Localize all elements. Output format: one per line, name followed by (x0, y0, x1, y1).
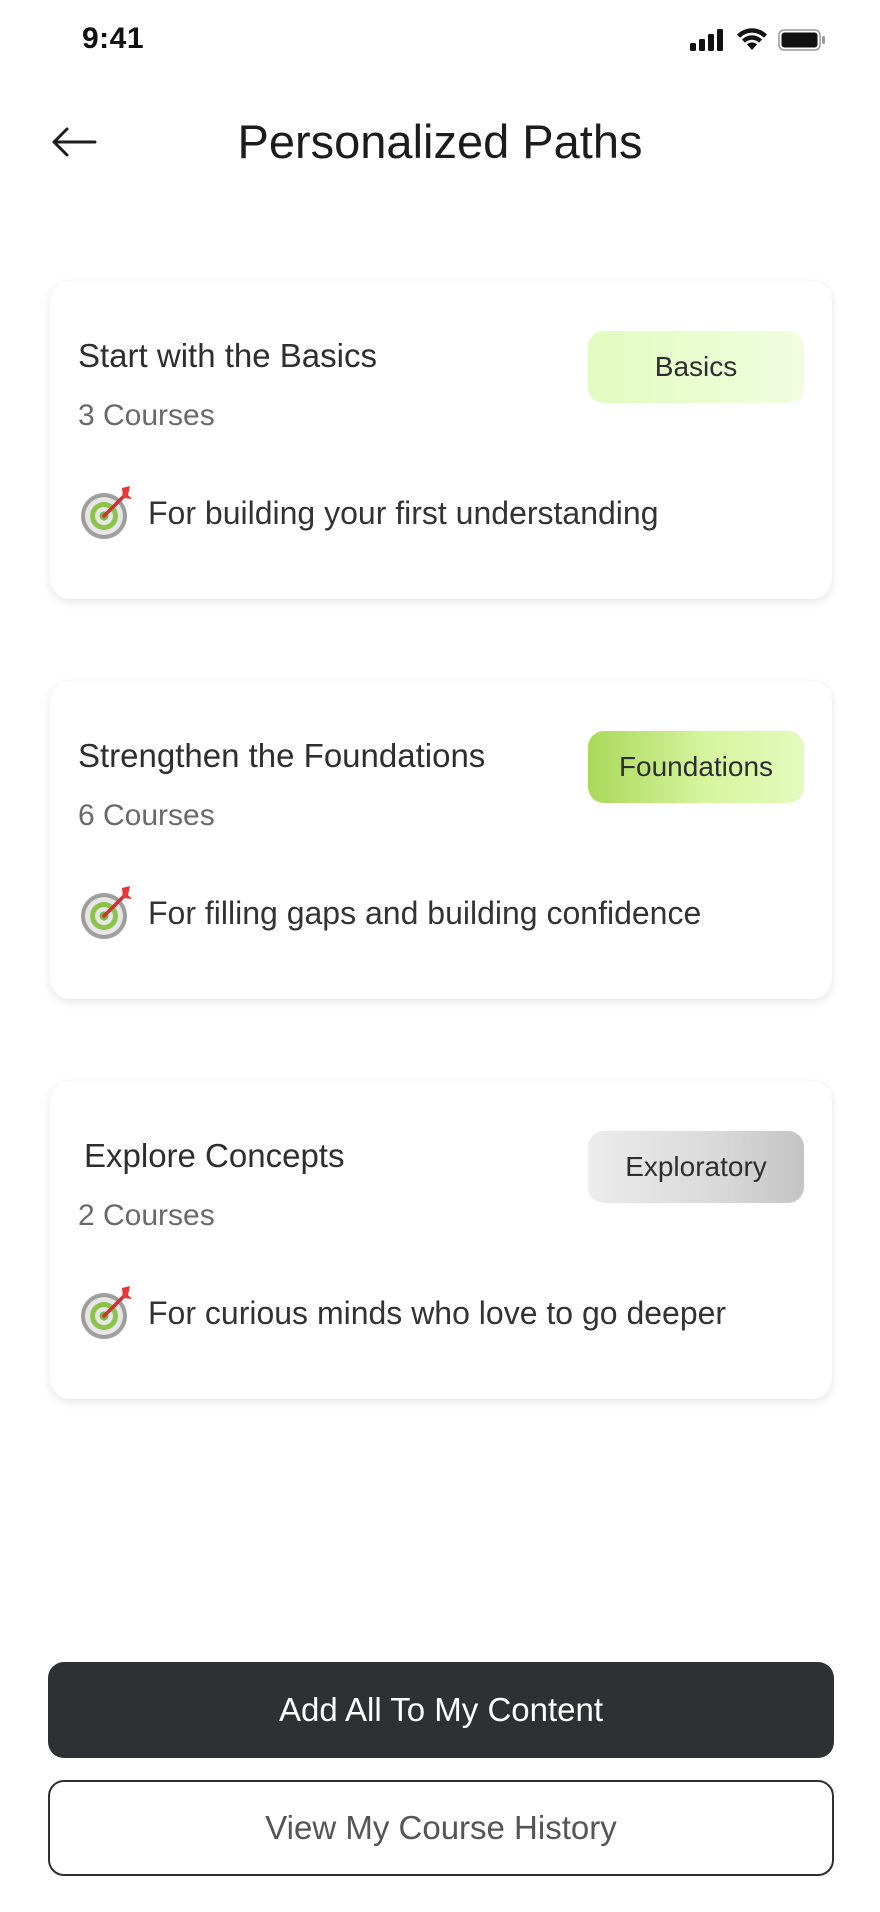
path-title: Start with the Basics (78, 337, 377, 374)
cellular-signal-icon (690, 29, 723, 51)
path-description-row: For filling gaps and building confidence (78, 885, 701, 941)
path-description: For curious minds who love to go deeper (148, 1294, 727, 1331)
page-title: Personalized Paths (237, 115, 643, 168)
path-course-count: 2 Courses (78, 1199, 215, 1232)
path-description-row: For building your first understanding (78, 485, 659, 541)
path-level-badge: Foundations (588, 731, 804, 803)
target-icon (81, 1286, 132, 1339)
path-title: Explore Concepts (84, 1137, 345, 1174)
path-description-row: For curious minds who love to go deeper (78, 1285, 726, 1341)
path-level-badge: Basics (588, 331, 804, 403)
status-time: 9:41 (82, 22, 145, 55)
battery-icon (778, 29, 825, 51)
add-all-to-my-content-button[interactable]: Add All To My Content (48, 1662, 834, 1758)
target-icon (81, 886, 132, 939)
target-icon (81, 486, 132, 539)
path-course-count: 6 Courses (78, 799, 215, 832)
path-course-count: 3 Courses (78, 399, 215, 432)
personalized-paths-screen: 9:41 Personalized Paths Start with the B… (0, 0, 880, 1912)
path-title: Strengthen the Foundations (78, 737, 486, 774)
path-card-basics[interactable]: Start with the Basics 3 Courses Basics F… (50, 281, 832, 599)
wifi-icon (737, 28, 767, 50)
path-description: For building your first understanding (148, 494, 659, 531)
path-card-foundations[interactable]: Strengthen the Foundations 6 Courses Fou… (50, 681, 832, 999)
view-course-history-button[interactable]: View My Course History (48, 1780, 834, 1876)
status-icons (690, 28, 826, 52)
path-card-exploratory[interactable]: Explore Concepts 2 Courses Exploratory F… (50, 1081, 832, 1399)
path-level-badge: Exploratory (588, 1131, 804, 1203)
path-description: For filling gaps and building confidence (148, 894, 702, 931)
